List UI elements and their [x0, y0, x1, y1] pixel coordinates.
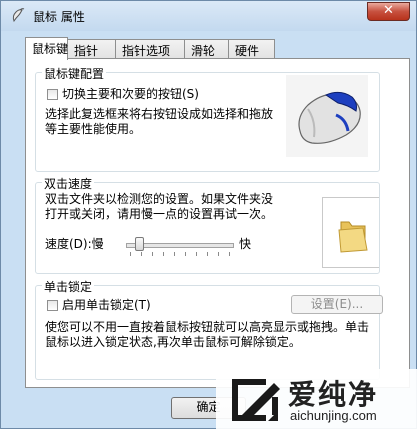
- tab-panel-mouse-buttons: 鼠标键配置 切换主要和次要的按钮(S) 选择此复选框来将右按钮设成如选择和拖放 …: [25, 58, 410, 388]
- swap-buttons-description-line1: 选择此复选框来将右按钮设成如选择和拖放: [45, 107, 274, 121]
- watermark-brand: 爱纯净: [288, 378, 379, 411]
- click-lock-legend: 单击锁定: [42, 278, 95, 295]
- tab-wheel[interactable]: 滑轮: [184, 39, 229, 58]
- close-icon: ✕: [383, 3, 394, 18]
- slider-tick: [229, 252, 230, 256]
- tab-pointer-options[interactable]: 指针选项: [115, 39, 185, 58]
- slider-tick: [185, 252, 186, 256]
- speed-label: 速度(D):慢: [45, 237, 104, 251]
- close-button[interactable]: ✕: [367, 2, 410, 21]
- click-lock-description-line2: 鼠标以进入锁定状态,再次单击鼠标可解除锁定。: [45, 335, 301, 349]
- double-click-description-line1: 双击文件夹以检测您的设置。如果文件夹没: [45, 192, 274, 206]
- title-bar[interactable]: 鼠标 属性 ✕: [1, 1, 416, 31]
- speed-fast-label: 快: [239, 237, 252, 251]
- click-lock-description-line1: 使您可以不用一直按着鼠标按钮就可以高亮显示或拖拽。单击: [45, 320, 370, 334]
- button-config-legend: 鼠标键配置: [42, 65, 107, 82]
- swap-buttons-checkbox[interactable]: [47, 89, 58, 100]
- click-lock-settings-button[interactable]: 设置(E)...: [291, 295, 383, 314]
- slider-tick: [174, 252, 175, 256]
- brand-logo-icon: [232, 379, 280, 421]
- mouse-properties-icon: [10, 7, 26, 23]
- mouse-icon: [298, 91, 361, 144]
- mouse-illustration: [286, 75, 368, 157]
- double-click-legend: 双击速度: [42, 175, 95, 192]
- double-click-description-line2: 打开或关闭，请用慢一点的设置再试一次。: [45, 207, 274, 221]
- click-lock-label[interactable]: 启用单击锁定(T): [62, 298, 151, 313]
- tab-hardware[interactable]: 硬件: [228, 39, 275, 58]
- slider-tick: [196, 252, 197, 256]
- slider-tick: [141, 252, 142, 256]
- watermark-url: aichunjing.com: [290, 408, 377, 423]
- slider-tick: [218, 252, 219, 256]
- swap-buttons-label[interactable]: 切换主要和次要的按钮(S): [62, 87, 199, 102]
- click-lock-checkbox[interactable]: [47, 300, 58, 311]
- slider-tick: [163, 252, 164, 256]
- mouse-properties-window: 鼠标 属性 ✕ 鼠标键 指针 指针选项 滑轮 硬件 鼠标键配置 切换主要和次要的…: [0, 0, 417, 430]
- slider-tick: [130, 252, 131, 256]
- slider-tick: [207, 252, 208, 256]
- double-click-speed-slider-thumb[interactable]: [134, 237, 144, 251]
- test-folder[interactable]: [322, 197, 379, 268]
- window-title: 鼠标 属性: [33, 10, 85, 24]
- watermark: 爱纯净 aichunjing.com: [216, 369, 417, 430]
- tab-pointers[interactable]: 指针: [67, 39, 116, 58]
- tab-mouse-buttons[interactable]: 鼠标键: [25, 37, 68, 60]
- swap-buttons-description-line2: 等主要性能使用。: [45, 122, 142, 136]
- slider-tick: [152, 252, 153, 256]
- folder-icon: [338, 221, 368, 253]
